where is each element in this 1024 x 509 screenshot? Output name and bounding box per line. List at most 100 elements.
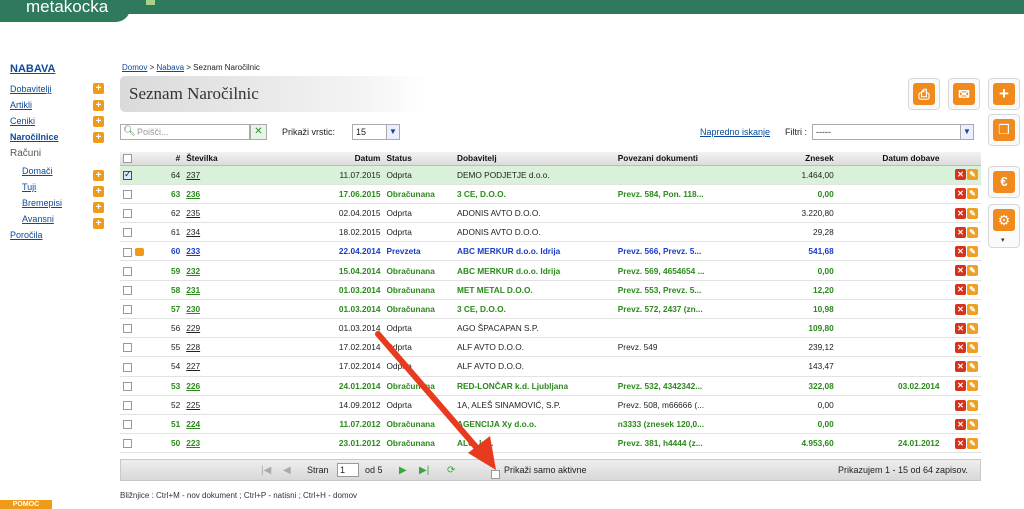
row-select[interactable] [120,280,148,300]
table-row[interactable]: 62 235 02.04.2015 Odprta ADONIS AVTO D.O.O. 3… [120,203,981,224]
row-number[interactable]: 227 [183,356,303,377]
table-row[interactable]: 50 223 23.01.2012 Obračunana ALO, k.d. Prevz.… [120,433,981,454]
delete-icon[interactable]: ✕ [955,207,966,219]
row-linked-docs[interactable]: Prevz. 553, Prevz. 5... [614,280,740,300]
add-dobavitelj-icon[interactable]: + [93,83,104,94]
header-amount[interactable]: Znesek [739,152,837,166]
row-checkbox[interactable] [123,420,132,430]
row-checkbox[interactable] [123,285,132,295]
row-number[interactable]: 230 [183,299,303,320]
copy-button[interactable]: ❐ [988,114,1020,146]
row-select[interactable] [120,260,148,281]
sidebar-item-porocila[interactable]: Poročila [10,227,110,243]
edit-icon[interactable]: ✎ [967,265,978,277]
row-number[interactable]: 236 [183,184,303,204]
row-number[interactable]: 228 [183,337,303,358]
edit-icon[interactable]: ✎ [967,226,978,238]
row-number-link[interactable]: 234 [186,227,200,237]
currency-button[interactable]: € [988,166,1020,198]
edit-icon[interactable]: ✎ [967,284,978,296]
header-linked-docs[interactable]: Povezani dokumenti [614,152,740,166]
table-row[interactable]: 61 234 18.02.2015 Odprta ADONIS AVTO D.O.O. 2… [120,222,981,243]
row-checkbox[interactable] [123,228,132,238]
table-row[interactable]: 53 226 24.01.2014 Obračunana RED-LONČAR k.d.… [120,376,981,396]
row-checkbox[interactable] [123,343,132,353]
row-number-link[interactable]: 231 [186,285,200,295]
edit-icon[interactable]: ✎ [967,246,978,257]
delete-icon[interactable]: ✕ [955,380,966,392]
delete-icon[interactable]: ✕ [955,341,966,353]
row-number-link[interactable]: 236 [186,189,200,199]
row-number-link[interactable]: 230 [186,304,200,314]
active-only-label[interactable]: Prikaži samo aktivne [504,465,587,475]
row-checkbox[interactable] [123,209,132,219]
breadcrumb-home[interactable]: Domov [122,63,147,72]
row-number[interactable]: 225 [183,395,303,415]
last-page-icon[interactable]: ▶| [419,465,429,476]
row-number-link[interactable]: 229 [186,323,200,333]
prev-page-icon[interactable]: ◀ [283,465,291,476]
breadcrumb-nabava[interactable]: Nabava [156,63,184,72]
delete-icon[interactable]: ✕ [955,226,966,238]
table-row[interactable]: 51 224 11.07.2012 Obračunana AGENCIJA Xy d.o… [120,414,981,435]
first-page-icon[interactable]: |◀ [261,465,271,476]
row-linked-docs[interactable] [614,222,740,243]
rows-select[interactable]: 15 ▼ [352,124,400,140]
edit-icon[interactable]: ✎ [967,361,978,373]
row-linked-docs[interactable]: n3333 (znesek 120,0... [614,414,740,435]
delete-icon[interactable]: ✕ [955,418,966,430]
edit-icon[interactable]: ✎ [967,437,978,449]
add-tuji-icon[interactable]: + [93,186,104,197]
next-page-icon[interactable]: ▶ [399,465,407,476]
row-select[interactable] [120,299,148,320]
advanced-search-link[interactable]: Napredno iskanje [700,127,770,137]
row-linked-docs[interactable]: Prevz. 549 [614,337,740,358]
row-number[interactable]: 229 [183,318,303,339]
header-supplier[interactable]: Dobavitelj [453,152,615,166]
print-button[interactable]: ⎙ [908,78,940,110]
row-number[interactable]: 237 [183,165,303,185]
table-row[interactable]: 60 233 22.04.2014 Prevzeta ABC MERKUR d.o.o.… [120,241,981,262]
row-checkbox[interactable] [123,189,132,199]
delete-icon[interactable]: ✕ [955,399,966,411]
row-number-link[interactable]: 223 [186,438,200,448]
add-artikel-icon[interactable]: + [93,100,104,111]
header-date[interactable]: Datum [302,152,384,166]
row-number[interactable]: 235 [183,203,303,224]
delete-icon[interactable]: ✕ [955,265,966,277]
add-avansni-icon[interactable]: + [93,218,104,229]
edit-icon[interactable]: ✎ [967,322,978,334]
row-select[interactable] [120,395,148,415]
row-checkbox[interactable] [123,266,132,276]
search-input[interactable]: 🔍︎ Poišči... [120,124,250,140]
row-number-link[interactable]: 224 [186,419,200,429]
delete-icon[interactable]: ✕ [955,169,966,181]
row-linked-docs[interactable] [614,318,740,339]
row-number[interactable]: 233 [183,241,303,262]
row-linked-docs[interactable] [614,165,740,185]
row-number[interactable]: 226 [183,376,303,396]
row-number-link[interactable]: 226 [186,381,200,391]
row-select[interactable] [120,414,148,435]
page-input[interactable]: 1 [337,463,359,477]
row-number-link[interactable]: 227 [186,361,200,371]
header-index[interactable]: # [148,152,184,166]
clear-search-button[interactable]: ✕ [250,124,267,140]
refresh-icon[interactable]: ⟳ [447,465,455,476]
settings-button[interactable]: ⚙ ▾ [988,204,1020,248]
add-narocilnica-icon[interactable]: + [93,132,104,143]
row-number-link[interactable]: 237 [186,170,200,180]
add-cenik-icon[interactable]: + [93,116,104,127]
filters-select[interactable]: ----- ▼ [812,124,974,140]
row-select[interactable] [120,318,148,339]
add-button[interactable]: + [988,78,1020,110]
row-number[interactable]: 231 [183,280,303,300]
edit-icon[interactable]: ✎ [967,303,978,315]
row-checkbox[interactable] [123,169,132,180]
header-number[interactable]: Številka [183,152,303,166]
table-row[interactable]: 58 231 01.03.2014 Obračunana MET METAL D.O.O… [120,280,981,300]
table-row[interactable]: 59 232 15.04.2014 Obračunana ABC MERKUR d.o.… [120,260,981,281]
edit-icon[interactable]: ✎ [967,188,978,200]
row-linked-docs[interactable]: Prevz. 532, 4342342... [614,376,740,396]
row-number-link[interactable]: 235 [186,208,200,218]
